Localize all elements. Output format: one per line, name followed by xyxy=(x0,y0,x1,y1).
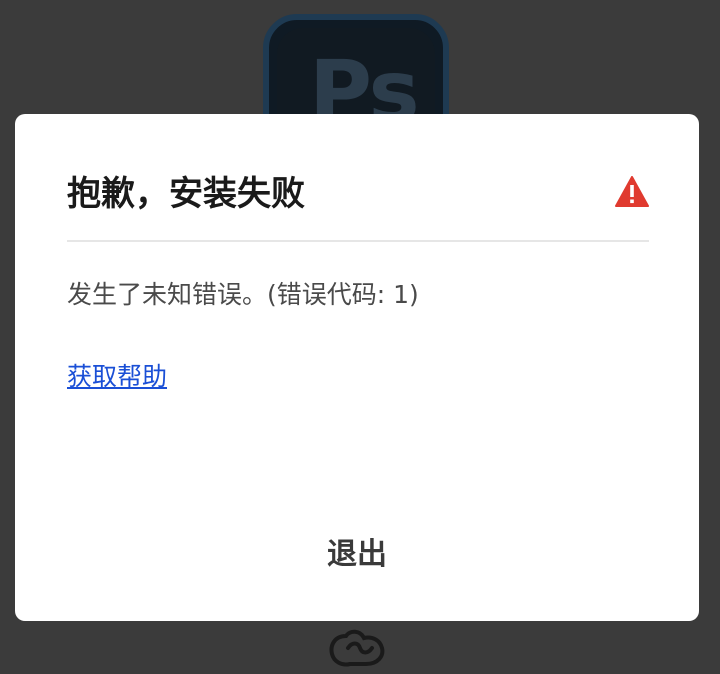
error-message: 发生了未知错误。(错误代码: 1) xyxy=(67,280,419,309)
dialog-header: 抱歉，安装失败 xyxy=(67,170,649,242)
get-help-link[interactable]: 获取帮助 xyxy=(67,360,167,394)
installer-window: Ps 抱歉，安装失败 发生了未知错误。(错误代码: 1) 获取帮助 退出 xyxy=(0,0,720,674)
dialog-title: 抱歉，安装失败 xyxy=(67,174,305,214)
exit-button[interactable]: 退出 xyxy=(297,524,417,578)
install-failed-dialog: 抱歉，安装失败 发生了未知错误。(错误代码: 1) 获取帮助 退出 xyxy=(15,114,699,621)
warning-icon xyxy=(615,176,649,207)
creative-cloud-logo-icon xyxy=(329,629,385,667)
